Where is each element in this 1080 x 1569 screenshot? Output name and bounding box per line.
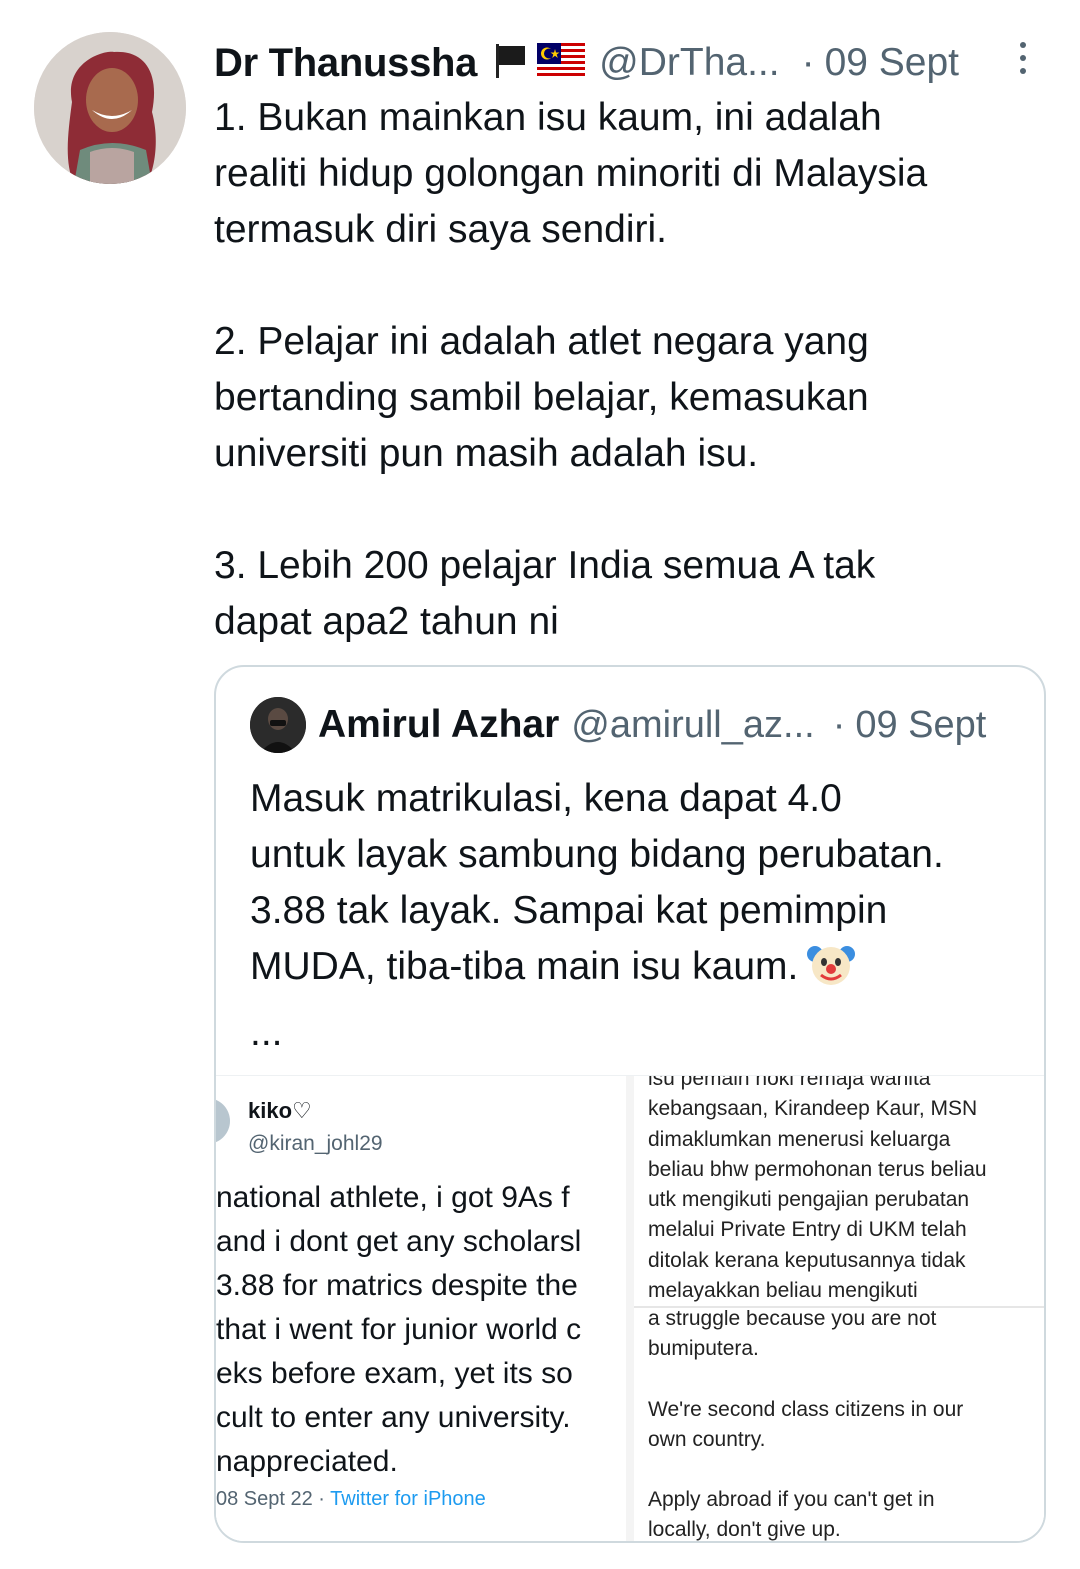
message-line: bumiputera. <box>648 1337 759 1361</box>
quoted-author-avatar[interactable] <box>250 697 306 753</box>
media-divider <box>626 1076 634 1541</box>
news-line: beliau bhw permohonan terus beliau <box>648 1157 987 1181</box>
message-line: a struggle because you are not <box>648 1310 937 1330</box>
malaysia-flag-icon <box>537 42 586 84</box>
news-line: utk mengikuti pengajian perubatan <box>648 1188 970 1212</box>
separator-dot: · <box>832 703 846 746</box>
kiko-line: and i dont get any scholarsl <box>216 1225 582 1258</box>
news-line: ditolak kerana keputusannya tidak <box>648 1248 966 1272</box>
quoted-line: Masuk matrikulasi, kena dapat 4.0 <box>250 777 842 820</box>
tweet-line: universiti pun masih adalah isu. <box>214 432 759 475</box>
quoted-tweet-text: Masuk matrikulasi, kena dapat 4.0 untuk … <box>250 771 1020 1061</box>
kiko-line: 3.88 for matrics despite the <box>216 1269 578 1302</box>
kiko-tweet-text: national athlete, i got 9As f and i dont… <box>216 1176 626 1484</box>
quoted-more: ... <box>250 1011 283 1054</box>
tweet-text: 1. Bukan mainkan isu kaum, ini adalah re… <box>214 90 1044 650</box>
more-options-icon[interactable] <box>1008 38 1038 78</box>
quoted-line: 3.88 tak layak. Sampai kat pemimpin <box>250 889 888 932</box>
tweet-line: dapat apa2 tahun ni <box>214 600 559 643</box>
tweet-line: termasuk diri saya sendiri. <box>214 208 667 251</box>
quoted-media[interactable]: kiko♡ @kiran_johl29 national athlete, i … <box>216 1075 1044 1542</box>
kiko-line: eks before exam, yet its so <box>216 1357 573 1390</box>
news-line: melayakkan beliau mengikuti <box>648 1279 918 1303</box>
tweet-date[interactable]: 09 Sept <box>825 41 959 85</box>
tweet-line: 3. Lebih 200 pelajar India semua A tak <box>214 544 876 587</box>
news-text: isu pemain hoki remaja wanita kebangsaan… <box>634 1076 1044 1306</box>
tweet-header: Dr Thanussha @DrTha... · 09 Sept <box>214 38 1050 88</box>
news-line: melalui Private Entry di UKM telah <box>648 1218 967 1242</box>
tweet-line: 2. Pelajar ini adalah atlet negara yang <box>214 320 869 363</box>
media-screenshot-right-top[interactable]: isu pemain hoki remaja wanita kebangsaan… <box>634 1076 1044 1308</box>
message-line: locally, don't give up. <box>648 1518 841 1542</box>
kiko-line: nappreciated. <box>216 1445 398 1478</box>
message-line: We're second class citizens in our <box>648 1397 964 1421</box>
tweet-line: realiti hidup golongan minoriti di Malay… <box>214 152 928 195</box>
kiko-line: that i went for junior world c <box>216 1313 582 1346</box>
author-flags <box>491 41 586 86</box>
media-screenshot-left[interactable]: kiko♡ @kiran_johl29 national athlete, i … <box>216 1076 626 1541</box>
author-avatar[interactable] <box>34 32 186 184</box>
quoted-tweet[interactable]: Amirul Azhar @amirull_az... · 09 Sept Ma… <box>214 665 1046 1543</box>
kiko-meta: 08 Sept 22 · Twitter for iPhone <box>216 1488 486 1511</box>
kiko-handle: @kiran_johl29 <box>248 1132 383 1155</box>
message-text: a struggle because you are not bumiputer… <box>634 1310 1044 1542</box>
media-screenshot-right-bottom[interactable]: a struggle because you are not bumiputer… <box>634 1310 1044 1542</box>
kiko-source: Twitter for iPhone <box>330 1488 486 1510</box>
kiko-meta-sep: · <box>312 1488 331 1510</box>
quoted-line: MUDA, tiba-tiba main isu kaum. <box>250 945 799 988</box>
author-name[interactable]: Dr Thanussha <box>214 41 477 86</box>
author-handle[interactable]: @DrTha... <box>599 41 779 85</box>
kiko-avatar <box>216 1098 230 1144</box>
quoted-tweet-date[interactable]: 09 Sept <box>855 704 986 747</box>
kiko-name: kiko♡ <box>248 1098 312 1123</box>
quoted-author-name[interactable]: Amirul Azhar <box>318 703 559 747</box>
quoted-line-last: MUDA, tiba-tiba main isu kaum. <box>250 939 1020 1005</box>
news-line: kebangsaan, Kirandeep Kaur, MSN <box>648 1097 978 1121</box>
kiko-date: 08 Sept 22 <box>216 1488 313 1510</box>
message-line: Apply abroad if you can't get in <box>648 1488 935 1512</box>
clown-face-icon <box>806 939 856 1005</box>
tweet-line: bertanding sambil belajar, kemasukan <box>214 376 869 419</box>
black-flag-icon <box>491 41 531 86</box>
kiko-line: cult to enter any university. <box>216 1401 571 1434</box>
separator-dot: · <box>801 41 815 84</box>
news-line: isu pemain hoki remaja wanita <box>648 1076 931 1090</box>
news-line: dimaklumkan menerusi keluarga <box>648 1127 951 1151</box>
tweet-line: 1. Bukan mainkan isu kaum, ini adalah <box>214 96 882 139</box>
quoted-tweet-header: Amirul Azhar @amirull_az... · 09 Sept <box>250 695 986 755</box>
message-line: own country. <box>648 1427 766 1451</box>
kiko-line: national athlete, i got 9As f <box>216 1181 570 1214</box>
quoted-line: untuk layak sambung bidang perubatan. <box>250 833 944 876</box>
quoted-author-handle[interactable]: @amirull_az... <box>571 704 814 747</box>
